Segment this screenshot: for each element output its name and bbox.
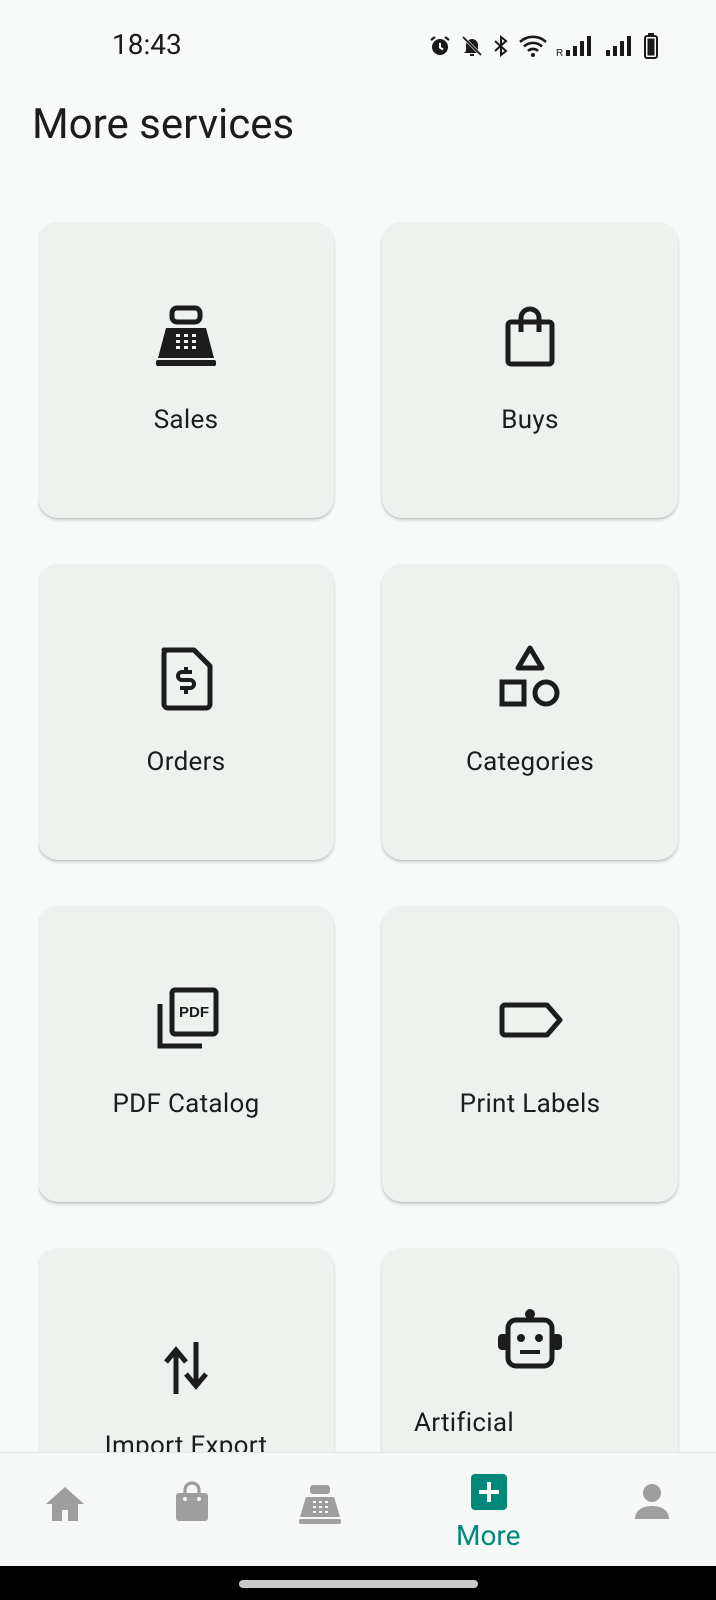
service-card-categories[interactable]: Categories	[382, 564, 678, 860]
service-card-print-labels[interactable]: Print Labels	[382, 906, 678, 1202]
service-label: Artificial	[414, 1408, 514, 1438]
service-label: Categories	[465, 747, 595, 777]
service-card-pdf-catalog[interactable]: PDF PDF Catalog	[38, 906, 334, 1202]
svg-text:PDF: PDF	[179, 1004, 209, 1021]
robot-icon	[498, 1309, 562, 1369]
service-label: Sales	[153, 405, 219, 435]
page-title: More services	[32, 100, 295, 149]
home-gesture-handle[interactable]	[239, 1580, 478, 1588]
service-card-import-export[interactable]: Import Export	[38, 1248, 334, 1452]
battery-icon	[644, 33, 658, 59]
service-label: PDF Catalog	[112, 1089, 260, 1119]
nav-item-shop[interactable]	[130, 1453, 260, 1567]
bottom-navigation: More	[0, 1452, 716, 1566]
nav-item-home[interactable]	[0, 1453, 130, 1567]
cash-register-icon	[299, 1485, 341, 1524]
pdf-icon: PDF	[157, 987, 219, 1049]
status-icons: R	[428, 32, 658, 60]
shopping-bag-icon	[176, 1481, 208, 1521]
service-label: Import Export	[104, 1431, 268, 1452]
status-time: 18:43	[112, 28, 182, 61]
signal-roaming-icon: R	[556, 36, 591, 58]
services-grid: Sales Buys Orders Categories PDF PDF Cat…	[38, 222, 680, 1452]
service-card-sales[interactable]: Sales	[38, 222, 334, 518]
service-card-buys[interactable]: Buys	[382, 222, 678, 518]
status-bar: 18:43 R	[0, 0, 716, 92]
nav-item-profile[interactable]	[590, 1453, 716, 1567]
service-label: Buys	[501, 405, 559, 435]
bluetooth-icon	[494, 34, 508, 58]
label-tag-icon	[499, 1002, 563, 1038]
service-label: Orders	[146, 747, 226, 777]
home-icon	[46, 1487, 84, 1521]
shapes-icon	[499, 645, 560, 707]
notifications-off-icon	[461, 35, 483, 57]
wifi-icon	[519, 35, 547, 57]
nav-more-label: More	[456, 1519, 521, 1552]
roaming-label: R	[556, 48, 563, 58]
cash-register-icon	[156, 305, 216, 366]
service-card-orders[interactable]: Orders	[38, 564, 334, 860]
shopping-bag-icon	[505, 306, 555, 367]
nav-item-sales[interactable]	[260, 1453, 390, 1567]
import-export-arrows-icon	[164, 1342, 208, 1394]
service-card-artificial[interactable]: Artificial	[382, 1248, 678, 1452]
service-label: Print Labels	[459, 1089, 601, 1119]
add-box-icon	[471, 1474, 507, 1510]
person-icon	[635, 1484, 669, 1519]
dollar-document-icon	[161, 647, 213, 711]
signal-icon	[606, 36, 631, 56]
alarm-icon	[430, 36, 450, 55]
